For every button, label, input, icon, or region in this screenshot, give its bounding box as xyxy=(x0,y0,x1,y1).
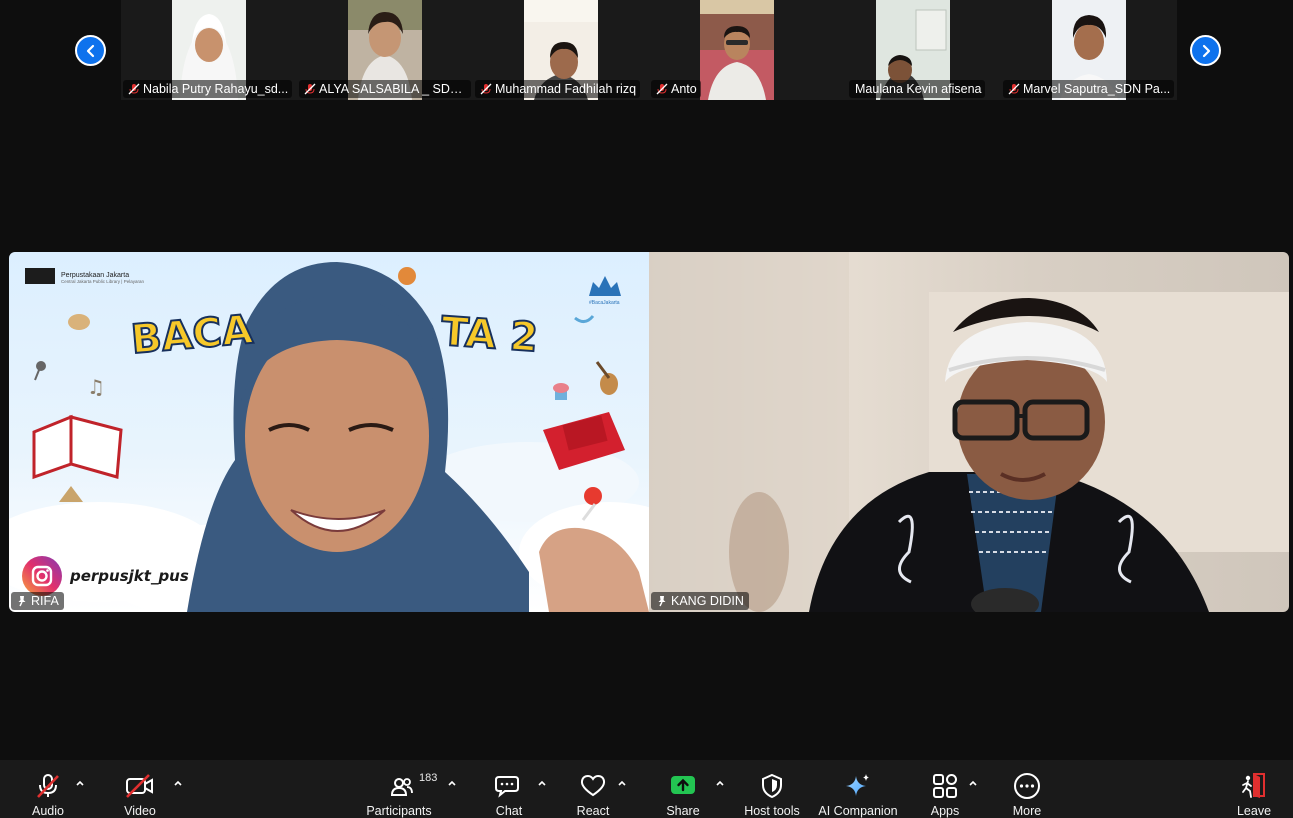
share-button[interactable]: Share xyxy=(663,760,703,818)
mic-muted-icon xyxy=(480,83,492,95)
heart-icon xyxy=(580,774,606,797)
participants-icon xyxy=(390,778,413,796)
hashtag-label: #BacaJakarta xyxy=(589,300,620,306)
leave-door-icon xyxy=(1242,773,1265,798)
video-button[interactable]: Video xyxy=(120,760,160,818)
leave-label: Leave xyxy=(1236,804,1272,818)
host-tools-label: Host tools xyxy=(744,804,800,818)
mic-muted-icon xyxy=(128,83,140,95)
video-name-tag: KANG DIDIN xyxy=(651,592,749,610)
participant-name-label: ALYA SALSABILA _ SDN P... xyxy=(299,80,471,98)
participants-count-badge: 183 xyxy=(419,772,438,784)
react-label: React xyxy=(576,804,610,818)
participant-tile[interactable]: ALYA SALSABILA _ SDN P... xyxy=(297,0,473,100)
participant-tile[interactable]: Marvel Saputra_SDN Pa... xyxy=(1001,0,1177,100)
participant-video xyxy=(649,252,1289,612)
mic-muted-icon xyxy=(656,83,668,95)
camera-off-icon xyxy=(126,774,153,798)
chat-options-caret-icon[interactable] xyxy=(537,778,547,788)
instagram-badge: perpusjkt_pus xyxy=(22,556,189,596)
participant-video xyxy=(700,0,774,100)
pin-icon xyxy=(18,596,26,607)
apps-button[interactable]: Apps xyxy=(925,760,965,818)
audio-button[interactable]: Audio xyxy=(28,760,68,818)
share-label: Share xyxy=(666,804,700,818)
react-button[interactable]: React xyxy=(573,760,613,818)
meeting-window: Nabila Putry Rahayu_sd... ALYA SALSABILA… xyxy=(0,0,1293,818)
more-label: More xyxy=(1012,804,1042,818)
participant-name-label: Marvel Saputra_SDN Pa... xyxy=(1003,80,1175,98)
pin-icon xyxy=(658,596,666,607)
share-options-caret-icon[interactable] xyxy=(715,778,725,788)
participant-strip: Nabila Putry Rahayu_sd... ALYA SALSABILA… xyxy=(121,0,1177,100)
library-logo-text: Perpustakaan Jakarta Central Jakarta Pub… xyxy=(61,272,144,284)
participant-name-label: Anto xyxy=(651,80,701,98)
chat-button[interactable]: Chat xyxy=(489,760,529,818)
chat-icon xyxy=(495,776,519,798)
banner-title-right: TA 2 xyxy=(439,308,541,363)
audio-label: Audio xyxy=(32,804,64,818)
next-page-button[interactable] xyxy=(1190,35,1221,66)
share-screen-icon xyxy=(671,776,695,794)
video-options-caret-icon[interactable] xyxy=(173,778,183,788)
video-tile-kang-didin[interactable]: KANG DIDIN xyxy=(649,252,1289,612)
chevron-left-icon xyxy=(86,44,94,57)
video-name-tag: RIFA xyxy=(11,592,64,610)
ai-companion-button[interactable]: AI Companion xyxy=(816,760,900,818)
mic-muted-icon xyxy=(1008,83,1020,95)
chat-label: Chat xyxy=(495,804,523,818)
apps-icon xyxy=(933,774,957,798)
mic-muted-icon xyxy=(304,83,316,95)
previous-page-button[interactable] xyxy=(75,35,106,66)
participant-tile[interactable]: Muhammad Fadhilah rizq xyxy=(473,0,649,100)
participant-tile[interactable]: Nabila Putry Rahayu_sd... xyxy=(121,0,297,100)
apps-label: Apps xyxy=(930,804,960,818)
participant-tile[interactable]: Anto xyxy=(649,0,825,100)
main-video-area: ♫ Perpustakaan Jakarta Central Jakarta P… xyxy=(9,252,1289,612)
participant-name-label: Maulana Kevin afisena xyxy=(849,80,986,98)
audio-options-caret-icon[interactable] xyxy=(75,778,85,788)
ai-companion-label: AI Companion xyxy=(818,804,898,818)
leave-button[interactable]: Leave xyxy=(1234,760,1274,818)
react-options-caret-icon[interactable] xyxy=(617,778,627,788)
participants-options-caret-icon[interactable] xyxy=(447,778,457,788)
microphone-muted-icon xyxy=(37,774,59,798)
participants-label: Participants xyxy=(366,804,432,818)
sparkle-icon xyxy=(846,774,869,796)
participant-name-label: Nabila Putry Rahayu_sd... xyxy=(123,80,293,98)
more-button[interactable]: More xyxy=(1007,760,1047,818)
participant-name-label: Muhammad Fadhilah rizq xyxy=(475,80,641,98)
participant-tile[interactable]: Maulana Kevin afisena xyxy=(825,0,1001,100)
video-tile-rifa[interactable]: ♫ Perpustakaan Jakarta Central Jakarta P… xyxy=(9,252,649,612)
svg-text:♫: ♫ xyxy=(87,375,105,399)
apps-options-caret-icon[interactable] xyxy=(968,778,978,788)
shield-icon xyxy=(762,773,782,799)
video-label: Video xyxy=(124,804,156,818)
instagram-icon xyxy=(22,556,62,596)
participants-button[interactable]: 183 Participants xyxy=(364,760,438,818)
host-tools-button[interactable]: Host tools xyxy=(740,760,804,818)
chevron-right-icon xyxy=(1202,44,1210,57)
meeting-toolbar: Audio Video 183 Participants Chat React … xyxy=(0,760,1293,818)
more-icon xyxy=(1014,773,1040,799)
